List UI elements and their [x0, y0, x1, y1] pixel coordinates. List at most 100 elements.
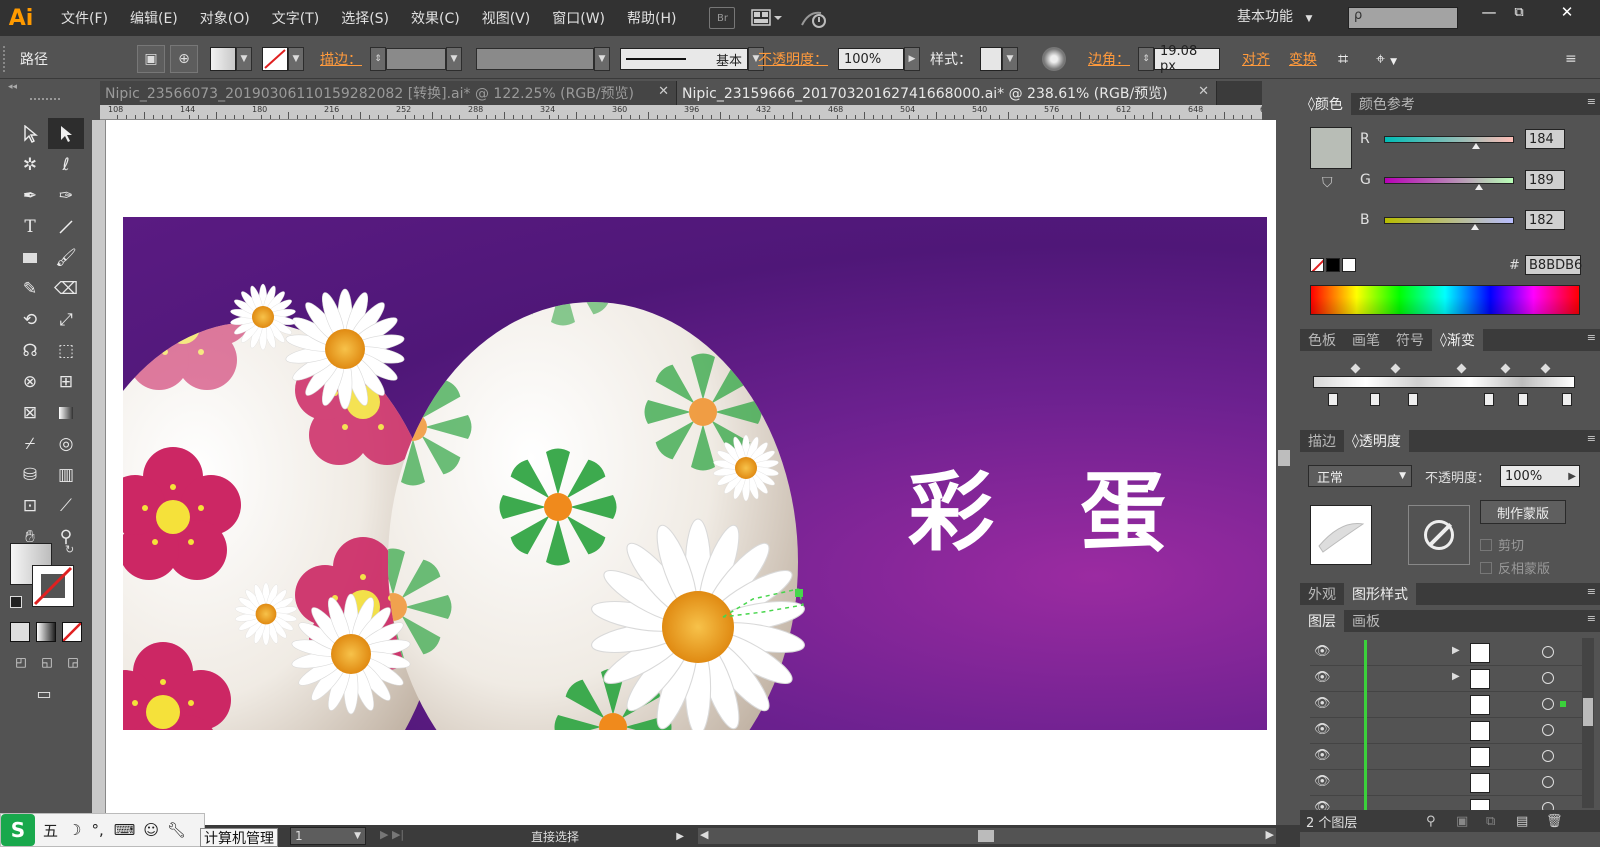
menu-item[interactable]: 窗口(W) [541, 0, 616, 36]
tab-color-guide[interactable]: 颜色参考 [1351, 93, 1423, 115]
clip-checkbox[interactable] [1480, 538, 1492, 551]
stroke-swatch-large[interactable] [32, 565, 74, 607]
layer-row[interactable]: 👁︎ [1310, 770, 1585, 796]
easter-egg-banner[interactable]: 彩 蛋 [123, 217, 1267, 730]
isolate-icon[interactable]: ⊕ [170, 45, 198, 73]
tab-gradient[interactable]: ◊ 渐变 [1432, 329, 1483, 351]
mesh-tool-icon[interactable]: ⊠ [12, 397, 48, 428]
scale-tool-icon[interactable]: ⤢ [48, 304, 84, 335]
layer-row[interactable]: 👁︎ [1310, 744, 1585, 770]
panel-menu-icon[interactable]: ≡ [1587, 95, 1596, 108]
blue-value-field[interactable]: 182 [1525, 210, 1565, 230]
panel-menu-icon[interactable]: ≡ [1587, 331, 1596, 344]
corner-stepper[interactable]: ⇕ [1138, 47, 1154, 71]
gradient-mode-icon[interactable] [36, 622, 56, 642]
menu-item[interactable]: 文件(F) [50, 0, 119, 36]
gradient-midpoint[interactable] [1390, 363, 1401, 374]
gradient-midpoint[interactable] [1350, 363, 1361, 374]
target-circle-icon[interactable] [1542, 646, 1554, 658]
scroll-right-icon[interactable]: ▶ [1266, 828, 1274, 841]
tools-icon[interactable]: 🔧︎ [167, 821, 186, 839]
free-transform-tool-icon[interactable]: ⬚ [48, 335, 84, 366]
bridge-icon[interactable]: Br [709, 7, 736, 29]
opacity-label[interactable]: 不透明度： [758, 39, 828, 79]
gradient-midpoint[interactable] [1540, 363, 1551, 374]
lasso-tool-icon[interactable]: ℓ [48, 149, 84, 180]
swap-fill-stroke-icon[interactable]: ↻ [65, 543, 74, 556]
rotate-tool-icon[interactable]: ⟲ [12, 304, 48, 335]
corner-label[interactable]: 边角： [1088, 39, 1130, 79]
menu-item[interactable]: 对象(O) [189, 0, 261, 36]
gradient-midpoint[interactable] [1500, 363, 1511, 374]
close-tab-icon[interactable]: ✕ [658, 84, 669, 99]
fill-swatch[interactable] [210, 47, 236, 71]
visibility-eye-icon[interactable]: 👁︎ [1314, 670, 1331, 685]
new-sublayer-icon[interactable]: ⧉ [1486, 814, 1495, 829]
layer-row[interactable]: 👁︎ [1310, 692, 1585, 718]
corner-radius-field[interactable]: 19.08 px [1154, 44, 1220, 74]
tab-document-1[interactable]: Nipic_23566073_20190306110159282082 [转换]… [100, 81, 677, 105]
line-tool-icon[interactable] [48, 211, 84, 242]
keyboard-icon[interactable]: ⌨ [114, 821, 136, 839]
anchor-point[interactable] [795, 589, 803, 597]
none-swatch[interactable] [1310, 258, 1324, 272]
paintbrush-tool-icon[interactable]: 🖌︎ [48, 242, 84, 273]
selection-square[interactable] [1560, 701, 1566, 707]
tab-transparency[interactable]: ◊ 透明度 [1344, 430, 1409, 452]
scrollbar-thumb[interactable] [1278, 450, 1290, 466]
magic-wand-tool-icon[interactable]: ✲ [12, 149, 48, 180]
layer-row[interactable]: 👁︎ ▶ [1310, 666, 1585, 692]
none-mode-icon[interactable] [62, 622, 82, 642]
tab-symbols[interactable]: 符号 [1388, 329, 1432, 351]
artboard-tool-icon[interactable]: ⊡ [12, 490, 48, 521]
recolor-artwork-icon[interactable] [1042, 47, 1066, 71]
color-spectrum[interactable] [1310, 285, 1580, 315]
banner-title[interactable]: 彩 蛋 [908, 442, 1194, 567]
black-swatch[interactable] [1326, 258, 1340, 272]
layer-row[interactable]: 👁︎ [1310, 718, 1585, 744]
panel-menu-icon[interactable]: ≡ [1565, 51, 1577, 67]
default-colors-icon[interactable] [10, 596, 22, 608]
toolbox-grip[interactable] [30, 98, 60, 102]
menu-item[interactable]: 帮助(H) [616, 0, 687, 36]
symbol-sprayer-tool-icon[interactable]: ⛁ [12, 459, 48, 490]
graphic-style-dropdown[interactable]: ▼ [1002, 47, 1018, 71]
tab-color[interactable]: ◊ 颜色 [1300, 93, 1351, 115]
white-swatch[interactable] [1342, 258, 1356, 272]
arrange-documents-icon[interactable] [749, 7, 785, 29]
stroke-weight-field[interactable] [386, 48, 446, 70]
vertical-ruler[interactable] [92, 120, 106, 825]
select-similar-icon[interactable]: ⌗ [1338, 49, 1348, 70]
vertical-scrollbar[interactable] [1276, 120, 1292, 825]
restore-button[interactable]: ⧉ [1500, 0, 1538, 24]
fill-dropdown[interactable]: ▼ [236, 47, 252, 71]
collapse-toolbox-icon[interactable]: ◂◂ [8, 82, 17, 92]
visibility-eye-icon[interactable]: 👁︎ [1314, 696, 1331, 711]
menu-item[interactable]: 视图(V) [471, 0, 542, 36]
green-value-field[interactable]: 189 [1525, 170, 1565, 190]
gradient-stop[interactable] [1518, 393, 1528, 406]
gradient-stop[interactable] [1370, 393, 1380, 406]
selection-tool-icon[interactable] [12, 118, 48, 149]
gradient-stop[interactable] [1484, 393, 1494, 406]
transform-link[interactable]: 变换 [1289, 39, 1317, 79]
expand-arrow-icon[interactable]: ▶ [1452, 645, 1460, 656]
panel-menu-icon[interactable]: ≡ [1587, 585, 1596, 598]
locate-object-icon[interactable]: ⚲ [1426, 814, 1436, 829]
stroke-dropdown[interactable]: ▼ [288, 47, 304, 71]
target-circle-icon[interactable] [1542, 750, 1554, 762]
color-mode-icon[interactable] [10, 622, 30, 642]
type-tool-icon[interactable]: T [12, 211, 48, 242]
transparency-opacity-field[interactable]: 100% ▶ [1500, 465, 1580, 487]
gpu-performance-icon[interactable] [799, 7, 829, 29]
current-color-swatch[interactable] [1310, 127, 1352, 169]
blue-knob[interactable] [1471, 223, 1479, 230]
variable-width-dropdown[interactable]: ▼ [594, 47, 610, 71]
green-knob[interactable] [1475, 183, 1483, 190]
stroke-weight-dropdown[interactable]: ▼ [446, 47, 462, 71]
slice-tool-icon[interactable]: ⟋ [48, 490, 84, 521]
layers-scrollbar[interactable] [1582, 638, 1594, 808]
graphic-style-swatch[interactable] [980, 47, 1002, 71]
brush-definition-field[interactable]: 基本 [620, 48, 748, 70]
target-circle-icon[interactable] [1542, 776, 1554, 788]
